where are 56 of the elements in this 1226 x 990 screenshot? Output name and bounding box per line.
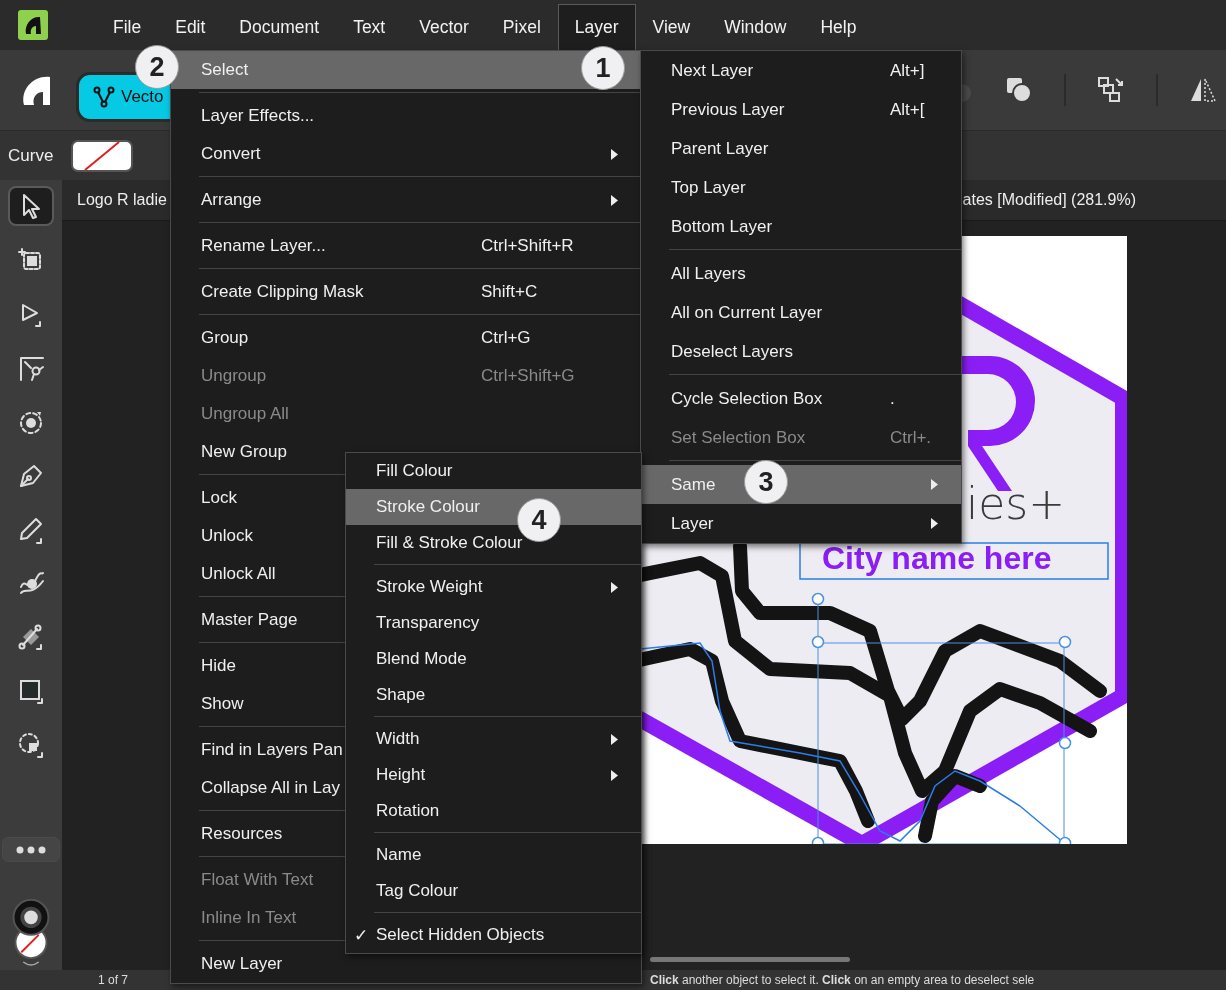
menu-bar-item[interactable]: View [635,4,708,50]
scroll-bar[interactable] [650,957,850,962]
menu-item[interactable]: ✓ Select Hidden Objects [346,917,641,953]
page-counter: 1 of 7 [98,973,130,987]
document-tab[interactable]: Logo R ladie [77,191,167,209]
vector-nodes-icon [93,86,115,108]
more-button[interactable] [2,836,60,863]
stroke-swatch[interactable] [71,139,134,172]
check-mark: ✓ [353,924,369,946]
menu-item[interactable]: Arrange [171,181,641,219]
menu-item[interactable]: All on Current Layer [641,293,961,332]
menu-item[interactable]: Tag Colour [346,873,641,909]
menu-item[interactable]: Blend Mode [346,641,641,677]
shortcut-text: Shift+C [481,282,539,302]
document-tab[interactable]: ates [Modified] (281.9%) [962,191,1136,209]
menu-item[interactable]: Shape [346,677,641,713]
shortcut-text: Ctrl+G [481,328,532,348]
shortcut-text: Ctrl+Shift+G [481,366,576,386]
menu-bar-item[interactable]: Window [707,4,804,50]
menu-bar-item[interactable]: Help [803,4,874,50]
menu-item[interactable]: Bottom Layer [641,207,961,246]
menu-item[interactable]: Next Layer Alt+] [641,51,961,90]
menu-item[interactable]: Deselect Layers [641,332,961,371]
more-icon [15,845,47,854]
menu-item[interactable]: Top Layer [641,168,961,207]
menu-bar-item[interactable]: Document [222,4,337,50]
menu-item[interactable]: Previous Layer Alt+[ [641,90,961,129]
menu-item[interactable]: Width [346,721,641,757]
shortcut-text: Ctrl+Shift+R [481,236,575,256]
menu-item[interactable]: Create Clipping Mask Shift+C [171,273,641,311]
menu-item[interactable]: Parent Layer [641,129,961,168]
menu-item[interactable]: Group Ctrl+G [171,319,641,357]
menu-item[interactable]: Rotation [346,793,641,829]
menu-item[interactable]: Fill Colour [346,453,641,489]
menu-bar-item[interactable]: Vector [402,4,486,50]
menu-item[interactable]: Height [346,757,641,793]
menu-item[interactable]: Cycle Selection Box . [641,379,961,418]
tool-name-label: Curve [8,145,54,166]
shortcut-text: Ctrl+. [890,427,932,448]
menu-item[interactable]: Layer [641,504,961,543]
shortcut-text: . [890,388,896,409]
shortcut-text: Alt+] [890,60,926,81]
menu-item[interactable]: All Layers [641,254,961,293]
shortcut-text: Alt+[ [890,99,926,120]
app-logo [18,10,48,40]
arrange-icon[interactable] [1096,75,1126,105]
menu-bar-item[interactable]: Text [336,4,403,50]
menu-item[interactable]: Rename Layer... Ctrl+Shift+R [171,227,641,265]
menu-item[interactable]: Name [346,837,641,873]
menu-item[interactable]: Convert [171,135,641,173]
menu-bar-item[interactable]: Pixel [485,4,558,50]
menu-item[interactable]: Transparency [346,605,641,641]
status-hint: Click another object to select it. Click on an empty area to deselect sele [650,973,1035,987]
tool-button[interactable] [8,186,54,226]
menu-bar-item[interactable]: Layer [557,4,636,50]
menu-item[interactable]: Stroke Weight [346,569,641,605]
